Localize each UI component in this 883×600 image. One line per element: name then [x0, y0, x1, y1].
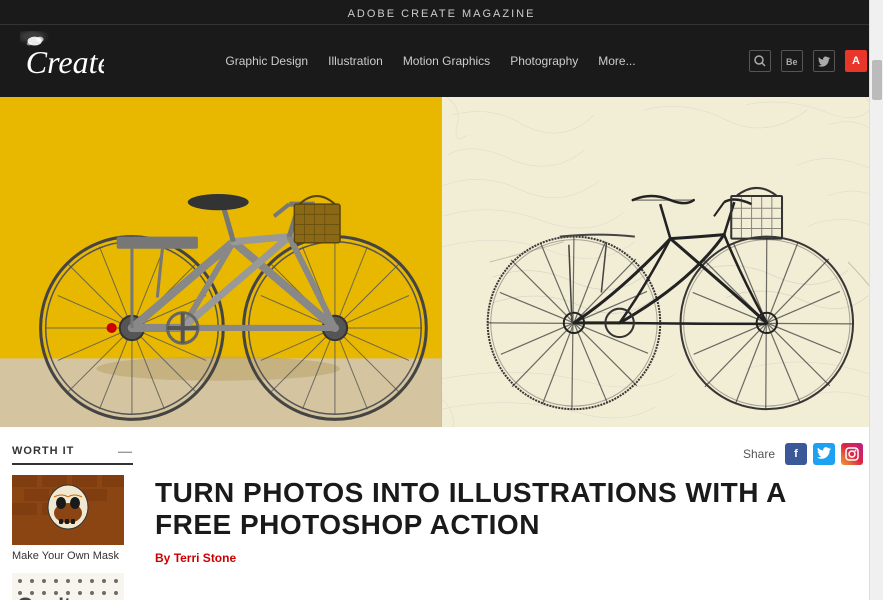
adobe-icon[interactable]: A — [845, 50, 867, 72]
behance-icon[interactable]: Be — [781, 50, 803, 72]
hero-photo — [0, 97, 442, 427]
sidebar-item-2: Can't — [12, 573, 133, 600]
author-name[interactable]: Terri Stone — [174, 551, 236, 565]
twitter-share-button[interactable] — [813, 443, 835, 465]
share-bar: Share f — [155, 443, 863, 465]
scrollbar[interactable] — [869, 0, 883, 600]
share-label: Share — [743, 447, 775, 461]
facebook-share-button[interactable]: f — [785, 443, 807, 465]
hero-sketch — [442, 97, 883, 427]
article-title: TURN PHOTOS INTO ILLUSTRATIONS WITH A FR… — [155, 477, 863, 541]
site-header: ADOBE CREATE MAGAZINE Create Graphic Des… — [0, 0, 883, 97]
scrollbar-thumb[interactable] — [872, 60, 882, 100]
nav-item-photography[interactable]: Photography — [510, 54, 578, 68]
header-icons: Be A — [749, 50, 867, 72]
svg-text:Create: Create — [26, 44, 104, 80]
sidebar-item-1: Make Your Own Mask — [12, 475, 133, 563]
sidebar-thumb-1[interactable] — [12, 475, 124, 545]
twitter-icon[interactable] — [813, 50, 835, 72]
search-icon[interactable] — [749, 50, 771, 72]
nav-item-illustration[interactable]: Illustration — [328, 54, 383, 68]
article-byline: By Terri Stone — [155, 551, 863, 565]
nav-item-more[interactable]: More... — [598, 54, 635, 68]
main-article: Share f — [145, 443, 883, 600]
nav-item-motion-graphics[interactable]: Motion Graphics — [403, 54, 490, 68]
site-title-text: ADOBE CREATE MAGAZINE — [348, 8, 536, 20]
svg-text:Can't: Can't — [17, 593, 72, 600]
content-area: WORTH IT — — [0, 427, 883, 600]
sidebar-section-title: WORTH IT — — [12, 443, 133, 465]
sidebar: WORTH IT — — [0, 443, 145, 600]
sidebar-thumb-2[interactable]: Can't — [12, 573, 124, 600]
sidebar-section-label: WORTH IT — [12, 445, 74, 457]
sidebar-item-label-1: Make Your Own Mask — [12, 549, 133, 563]
nav-item-graphic-design[interactable]: Graphic Design — [225, 54, 308, 68]
main-nav: Graphic Design Illustration Motion Graph… — [225, 54, 635, 68]
header-main: Create Graphic Design Illustration Motio… — [0, 25, 883, 97]
sidebar-collapse-icon[interactable]: — — [118, 443, 133, 459]
site-title: ADOBE CREATE MAGAZINE — [0, 0, 883, 25]
site-logo[interactable]: Create — [16, 31, 112, 91]
hero-images — [0, 97, 883, 427]
instagram-share-button[interactable] — [841, 443, 863, 465]
svg-text:Be: Be — [786, 57, 798, 66]
